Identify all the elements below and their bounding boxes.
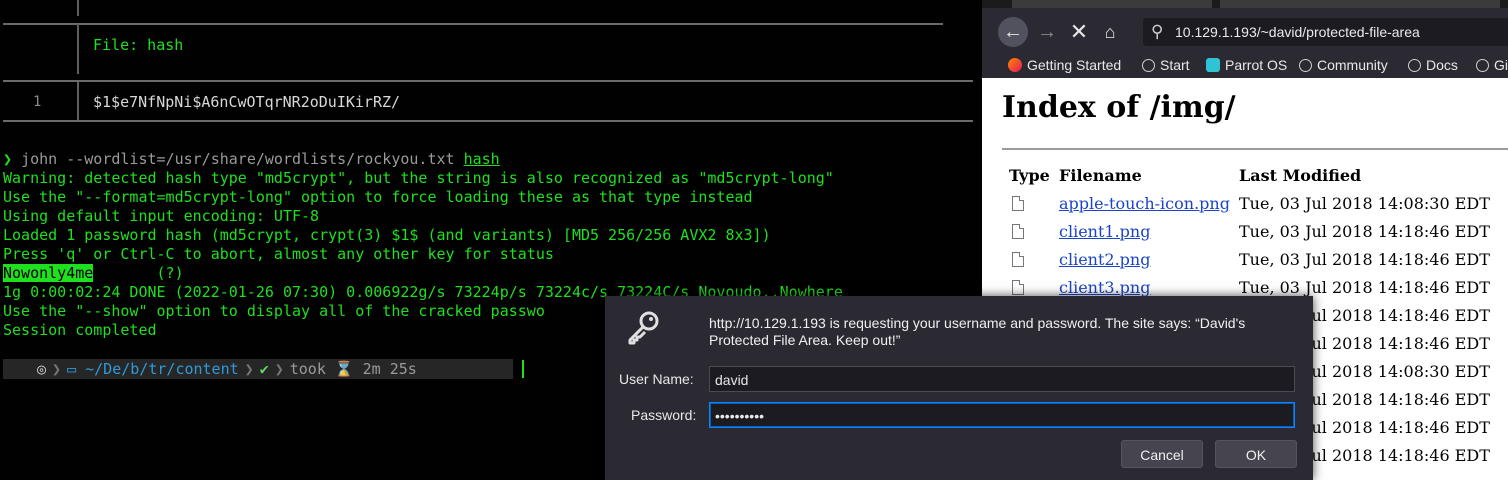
bookmark-parrot-os[interactable]: Parrot OS (1206, 53, 1287, 78)
prompt-statusbar: ◎ ❯ ▭ ~/De/b/tr/content ❯ ✔ ❯ took ⌛ 2m 25s (3, 359, 513, 379)
file-link[interactable]: client1.png (1059, 218, 1150, 246)
file-date: Tue, 03 Jul 2018 14:18:46 EDT (1239, 250, 1490, 269)
table-row: client1.png Tue, 03 Jul 2018 14:18:46 EDT (982, 218, 1508, 246)
page-title: Index of /img/ (1002, 90, 1236, 125)
globe-icon (1476, 59, 1489, 72)
page-divider (1002, 148, 1508, 150)
path-current-dir: content (175, 360, 239, 378)
file-link[interactable]: apple-touch-icon.png (1059, 190, 1230, 218)
os-icon: ◎ (37, 360, 47, 378)
column-last-modified: Last Modified (1239, 166, 1362, 185)
globe-icon (1408, 59, 1421, 72)
browser-tab[interactable] (1220, 0, 1500, 8)
bat-separator (3, 120, 973, 122)
stop-icon[interactable]: ✕ (1064, 17, 1094, 47)
file-date: Tue, 03 Jul 2018 14:18:46 EDT (1239, 222, 1490, 241)
username-input[interactable]: david (709, 366, 1295, 392)
check-icon: ✔ (259, 360, 269, 378)
bat-gutter-divider (77, 82, 79, 120)
column-type: Type (1009, 166, 1050, 185)
browser-tab[interactable] (1012, 0, 1212, 8)
output-line: Loaded 1 password hash (md5crypt, crypt(… (3, 226, 771, 244)
file-link[interactable]: client2.png (1059, 246, 1150, 274)
hash-value: $1$e7NfNpNi$A6nCwOTqrNR2oDuIKirRZ/ (93, 93, 401, 111)
cracked-suffix: (?) (93, 264, 184, 282)
auth-dialog: http://10.129.1.193 is requesting your u… (605, 296, 1313, 480)
output-line: Session completed (3, 321, 157, 339)
bookmark-gi[interactable]: Gi (1476, 53, 1508, 78)
auth-message: http://10.129.1.193 is requesting your u… (709, 315, 1246, 348)
table-row: apple-touch-icon.png Tue, 03 Jul 2018 14:… (982, 190, 1508, 218)
globe-icon (1142, 59, 1155, 72)
path-prefix: ~/De/b/tr/ (85, 360, 176, 378)
bat-line-number: 1 (33, 94, 42, 110)
table-row: client2.png Tue, 03 Jul 2018 14:18:46 EDT (982, 246, 1508, 274)
bookmark-start[interactable]: Start (1142, 53, 1190, 78)
password-label: Password: (631, 407, 697, 423)
bookmark-getting-started[interactable]: Getting Started (1008, 53, 1121, 78)
output-line: Use the "--format=md5crypt-long" option … (3, 188, 753, 206)
bat-gutter-divider (77, 24, 79, 74)
back-icon[interactable]: ← (998, 17, 1028, 47)
file-icon (1012, 252, 1024, 267)
bookmark-community[interactable]: Community (1299, 53, 1388, 78)
cracked-line: Nowonly4me (?) (3, 264, 184, 283)
navigation-toolbar: ← → ✕ ⌂ ⚲ 10.129.1.193/~david/protected-… (982, 8, 1508, 53)
home-icon[interactable]: ⌂ (1095, 17, 1125, 47)
command-argument: hash (463, 150, 500, 168)
output-line: Warning: detected hash type "md5crypt", … (3, 169, 834, 187)
bat-separator (3, 23, 943, 25)
bat-separator (3, 80, 973, 82)
file-icon (1012, 196, 1024, 211)
parrot-icon (1206, 58, 1220, 72)
folder-icon: ▭ (67, 360, 77, 378)
file-date: Tue, 03 Jul 2018 14:08:30 EDT (1239, 194, 1490, 213)
file-icon (1012, 280, 1024, 295)
url-bar[interactable]: ⚲ 10.129.1.193/~david/protected-file-are… (1143, 18, 1508, 46)
url-text[interactable]: 10.129.1.193/~david/protected-file-area (1175, 18, 1420, 46)
password-input[interactable]: •••••••••• (709, 402, 1295, 428)
cancel-button[interactable]: Cancel (1121, 440, 1203, 468)
search-icon: ⚲ (1151, 22, 1164, 41)
duration-text: took ⌛ 2m 25s (289, 360, 417, 378)
file-icon (1012, 224, 1024, 239)
terminal-cursor (522, 360, 524, 378)
command-line: ❯ john --wordlist=/usr/share/wordlists/r… (3, 150, 500, 169)
bat-gutter-divider (77, 0, 79, 16)
bat-file-title: File: hash (93, 36, 184, 54)
output-line: Using default input encoding: UTF-8 (3, 207, 320, 225)
prompt-symbol: ❯ (3, 150, 13, 168)
bookmarks-toolbar: Getting Started Start Parrot OS Communit… (982, 53, 1508, 78)
cracked-password: Nowonly4me (3, 264, 94, 282)
globe-icon (1299, 59, 1312, 72)
username-label: User Name: (619, 371, 694, 387)
column-filename: Filename (1059, 166, 1142, 185)
tab-strip (982, 0, 1508, 8)
output-line: Press 'q' or Ctrl-C to abort, almost any… (3, 245, 554, 263)
bookmark-docs[interactable]: Docs (1408, 53, 1458, 78)
ok-button[interactable]: OK (1215, 440, 1297, 468)
firefox-icon (1008, 58, 1022, 72)
command-text: john --wordlist=/usr/share/wordlists/roc… (21, 150, 455, 168)
forward-icon[interactable]: → (1032, 17, 1062, 47)
key-icon (628, 311, 659, 345)
output-line: Use the "--show" option to display all o… (3, 302, 545, 320)
